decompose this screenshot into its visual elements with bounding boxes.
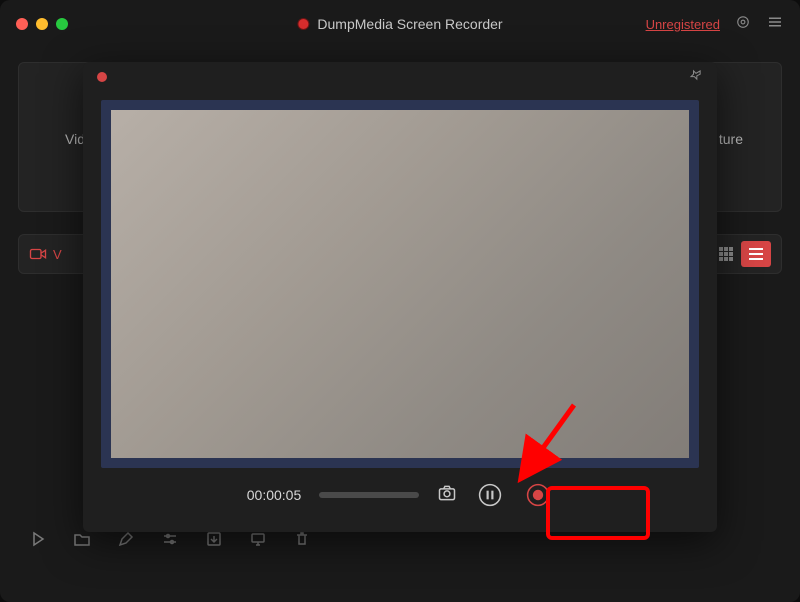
titlebar: DumpMedia Screen Recorder Unregistered [0,0,800,48]
view-switch [711,241,771,267]
screen-icon[interactable] [250,531,266,552]
bottom-toolbar [30,531,310,552]
pause-icon [477,482,503,508]
download-icon[interactable] [206,531,222,552]
camcorder-icon [29,247,47,261]
main-window: DumpMedia Screen Recorder Unregistered V… [0,0,800,602]
list-view-button[interactable] [741,241,771,267]
recording-panel-header [83,62,717,92]
pin-icon[interactable] [689,68,703,87]
close-window-button[interactable] [16,18,28,30]
mode-label-capture-partial: ture [719,131,743,147]
panel-close-button[interactable] [97,72,107,82]
unregistered-link[interactable]: Unregistered [646,17,720,32]
hamburger-icon[interactable] [766,13,784,36]
videos-tab[interactable]: V [29,247,62,262]
app-title: DumpMedia Screen Recorder [317,16,502,32]
titlebar-right: Unregistered [646,13,784,36]
screenshot-button[interactable] [437,483,457,508]
traffic-lights [16,18,68,30]
recording-panel: 00:00:05 [83,62,717,532]
recording-preview [101,100,699,468]
record-indicator-icon [297,18,309,30]
folder-icon[interactable] [74,531,90,552]
stop-icon [525,482,551,508]
maximize-window-button[interactable] [56,18,68,30]
grid-icon [718,246,734,262]
videos-tab-label: V [53,247,62,262]
stop-button[interactable] [523,480,553,510]
recording-progress-bar[interactable] [319,492,419,498]
app-title-group: DumpMedia Screen Recorder [297,16,502,32]
pause-button[interactable] [475,480,505,510]
camera-icon [437,483,457,503]
trash-icon[interactable] [294,531,310,552]
list-icon [748,246,764,262]
play-icon[interactable] [30,531,46,552]
recording-timer: 00:00:05 [247,487,302,503]
recording-controls: 00:00:05 [83,468,717,522]
pencil-icon[interactable] [118,531,134,552]
minimize-window-button[interactable] [36,18,48,30]
gear-icon[interactable] [734,13,752,36]
sliders-icon[interactable] [162,531,178,552]
